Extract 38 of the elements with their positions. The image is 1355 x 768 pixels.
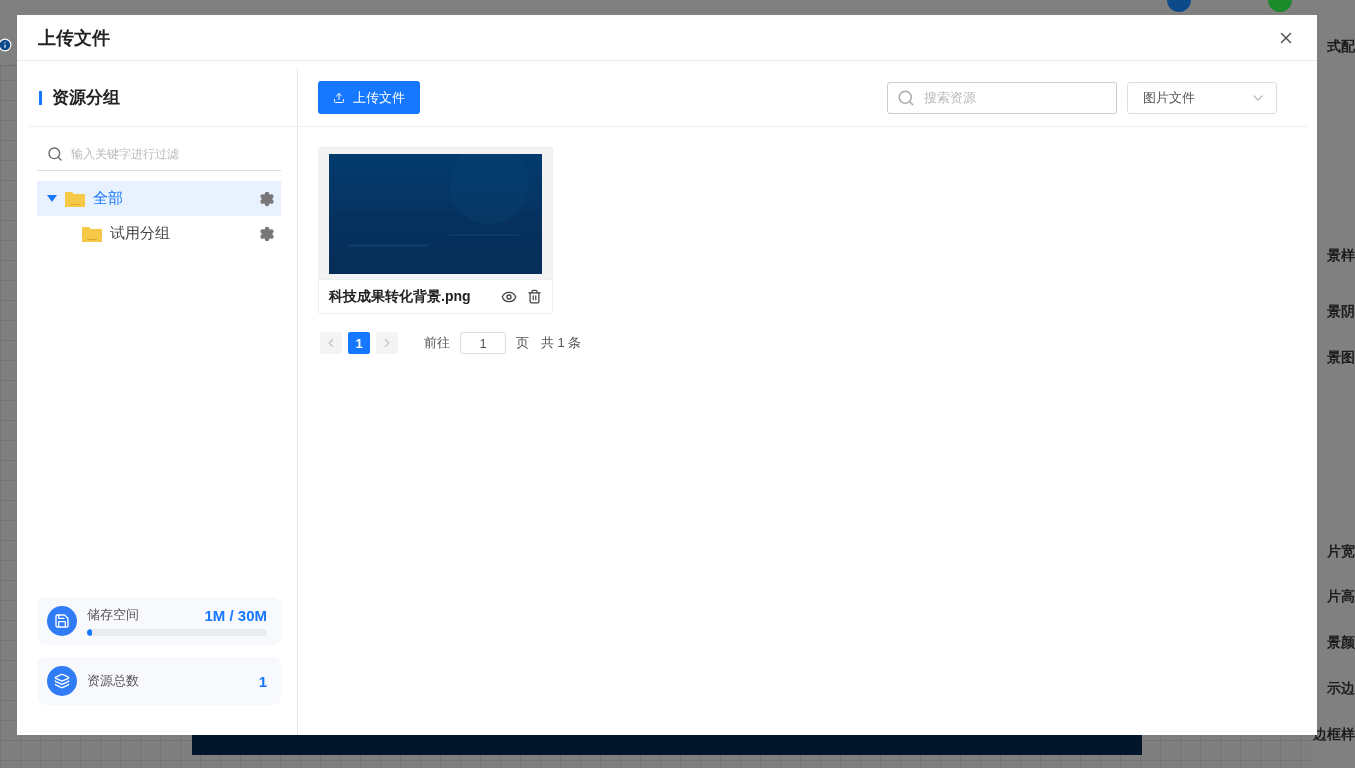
stat-label: 储存空间 (87, 606, 139, 624)
upload-button[interactable]: 上传文件 (318, 81, 420, 114)
layers-icon (47, 666, 77, 696)
page-button[interactable]: 1 (348, 332, 370, 354)
search-field[interactable]: 搜索资源 (887, 81, 1117, 114)
gear-icon[interactable] (259, 190, 275, 207)
stat-value: 1M / 30M (204, 606, 267, 624)
gear-icon[interactable] (259, 225, 275, 242)
search-icon (47, 146, 63, 162)
setting-label: 景样 (1327, 246, 1355, 264)
folder-icon (82, 225, 102, 242)
setting-label: 片宽 (1327, 542, 1355, 560)
setting-label: 片高 (1327, 587, 1355, 605)
page-input[interactable]: 1 (460, 332, 506, 354)
accent-bar (39, 90, 42, 105)
stat-value: 1 (258, 672, 267, 690)
floppy-icon (47, 606, 77, 636)
tree-item[interactable]: 试用分组 (37, 216, 281, 251)
goto-label: 前往 (424, 334, 450, 352)
page-unit: 页 (516, 334, 529, 352)
tree-item[interactable]: 全部 (37, 181, 281, 216)
expanded-triangle-icon[interactable] (47, 194, 57, 203)
sidebar-title: 资源分组 (52, 87, 120, 109)
upload-icon (333, 91, 345, 104)
folder-icon (65, 190, 85, 207)
type-select[interactable]: 图片文件 (1127, 81, 1277, 114)
stat-label: 资源总数 (87, 672, 139, 690)
setting-label: 式配 (1327, 37, 1355, 55)
total-count: 共 1 条 (541, 334, 582, 352)
setting-label: 景图 (1327, 348, 1355, 366)
file-name: 科技成果转化背景.png (329, 287, 472, 306)
filter-field[interactable]: 输入关键字进行过滤 (37, 137, 281, 171)
trash-icon[interactable] (527, 289, 542, 304)
setting-label: 景颜 (1327, 633, 1355, 651)
setting-label: 景阴 (1327, 302, 1355, 320)
dialog-title: 上传文件 (38, 26, 110, 50)
info-icon (0, 38, 12, 52)
setting-label: 示边 (1327, 679, 1355, 697)
